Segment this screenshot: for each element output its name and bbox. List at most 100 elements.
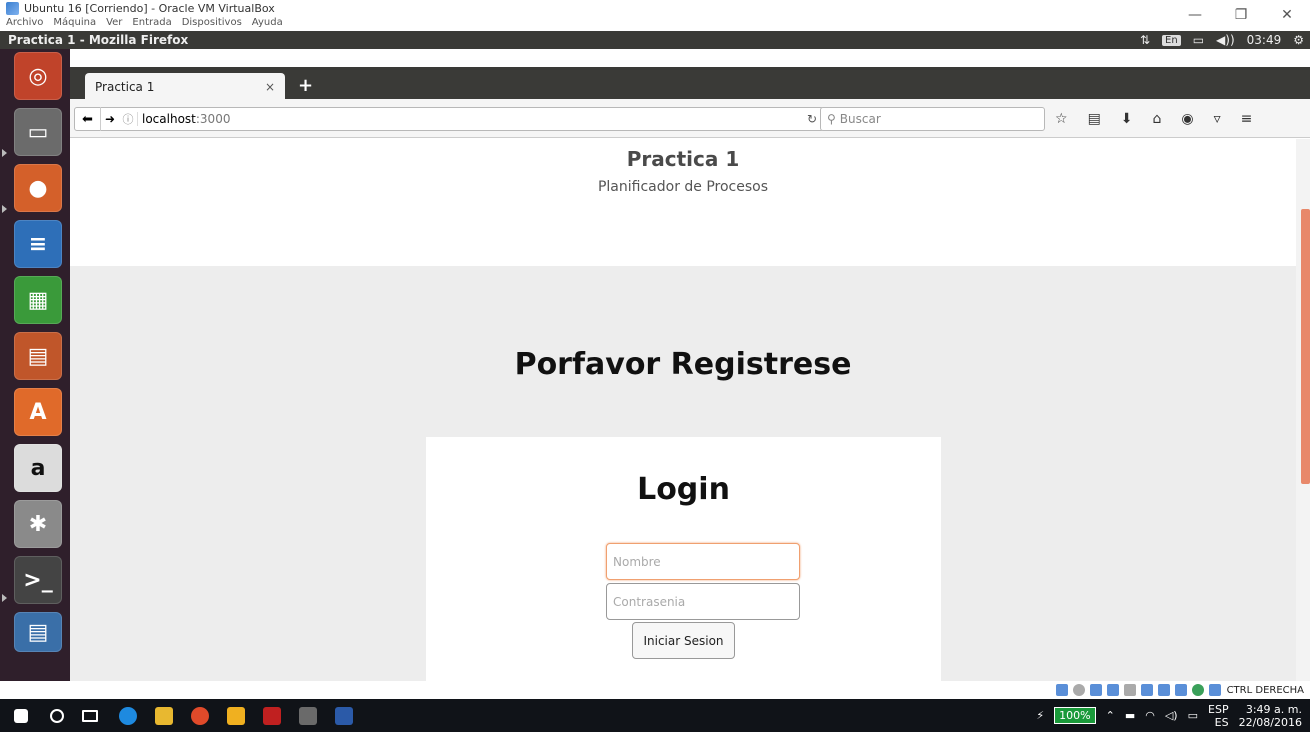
search-input[interactable]: ⚲ Buscar xyxy=(820,107,1045,131)
optical-drive-icon[interactable] xyxy=(1072,684,1085,696)
video-capture-icon[interactable] xyxy=(1157,684,1170,696)
volume-icon[interactable]: ◀)) xyxy=(1216,33,1235,47)
menu-ver[interactable]: Ver xyxy=(106,17,122,31)
bookmark-star-icon[interactable]: ☆ xyxy=(1055,111,1068,127)
files-icon[interactable]: ▭ xyxy=(14,108,62,156)
mouse-integration-icon[interactable] xyxy=(1191,684,1204,696)
page-subtitle: Planificador de Procesos xyxy=(597,179,769,195)
software-center-icon[interactable]: A xyxy=(14,388,62,436)
system-tray: ⚡ 100% ⌃ ▬ ◠ ◁) ▭ ESP ES 3:49 a. m. 22/08/… xyxy=(1036,699,1302,732)
vbox-window-controls: — ❐ ✕ xyxy=(1172,0,1310,30)
virtualbox-taskbar-icon[interactable] xyxy=(299,707,317,725)
menu-archivo[interactable]: Archivo xyxy=(6,17,43,31)
url-text[interactable]: localhost:3000 xyxy=(137,112,230,126)
battery-icon[interactable]: ▭ xyxy=(1193,33,1204,47)
site-info-icon[interactable]: ⓘ xyxy=(119,111,137,127)
usb-icon[interactable] xyxy=(1106,684,1119,696)
network-icon[interactable]: ⇅ xyxy=(1140,33,1150,47)
panel-clock[interactable]: 03:49 xyxy=(1247,33,1282,47)
login-heading: Login xyxy=(637,472,730,507)
battery-indicator[interactable]: 100% xyxy=(1054,707,1096,724)
terminal-icon[interactable]: >_ xyxy=(14,556,62,604)
active-window-title: Practica 1 - Mozilla Firefox xyxy=(8,33,189,47)
word-icon[interactable] xyxy=(335,707,353,725)
firefox-navbar: ⬅ ➜ ⓘ localhost:3000 ↻ ⚲ Buscar ☆ ▤ ⬇ ⌂ … xyxy=(70,99,1310,138)
pocket-icon[interactable]: ▿ xyxy=(1214,111,1221,127)
register-heading: Porfavor Registrese xyxy=(514,347,852,382)
edge-icon[interactable] xyxy=(119,707,137,725)
reading-list-icon[interactable]: ▤ xyxy=(1088,111,1101,127)
vbox-window-title: Ubuntu 16 [Corriendo] - Oracle VM Virtua… xyxy=(24,2,275,15)
tab-title: Practica 1 xyxy=(95,79,155,94)
vbox-status-bar: CTRL DERECHA xyxy=(0,681,1310,699)
input-language[interactable]: ESP ES xyxy=(1208,703,1229,729)
firefox-icon[interactable]: ● xyxy=(14,164,62,212)
tray-chevron-icon[interactable]: ⌃ xyxy=(1106,709,1115,722)
chrome-icon[interactable] xyxy=(191,707,209,725)
speaker-icon[interactable]: ◁) xyxy=(1165,709,1178,722)
hamburger-menu-icon[interactable]: ≡ xyxy=(1241,111,1253,127)
amazon-icon[interactable]: a xyxy=(14,444,62,492)
search-icon[interactable] xyxy=(50,709,64,723)
menu-maquina[interactable]: Máquina xyxy=(53,17,96,31)
tray-battery-icon[interactable]: ▬ xyxy=(1125,709,1135,722)
toolbar-icons: ☆ ▤ ⬇ ⌂ ◉ ▿ ≡ xyxy=(1055,107,1252,131)
tab-practica-1[interactable]: Practica 1 × xyxy=(85,73,285,100)
ubuntu-top-panel: Practica 1 - Mozilla Firefox ⇅ En ▭ ◀)) … xyxy=(0,31,1310,49)
notifications-icon[interactable]: ▭ xyxy=(1188,709,1198,722)
vbox-menubar: Archivo Máquina Ver Entrada Dispositivos… xyxy=(0,17,283,31)
home-icon[interactable]: ⌂ xyxy=(1153,111,1162,127)
menu-dispositivos[interactable]: Dispositivos xyxy=(182,17,242,31)
url-bar[interactable]: ⬅ ➜ ⓘ localhost:3000 ↻ xyxy=(74,107,824,131)
back-arrow-icon[interactable]: ⬅ xyxy=(75,107,101,131)
wifi-icon[interactable]: ◠ xyxy=(1145,709,1155,722)
windows-taskbar: ⚡ 100% ⌃ ▬ ◠ ◁) ▭ ESP ES 3:49 a. m. 22/08/… xyxy=(0,699,1310,732)
acrobat-icon[interactable] xyxy=(263,707,281,725)
app-icon[interactable] xyxy=(227,707,245,725)
settings-gear-icon[interactable]: ⚙ xyxy=(1293,33,1304,47)
cpu-icon[interactable] xyxy=(1174,684,1187,696)
panel-indicators: ⇅ En ▭ ◀)) 03:49 ⚙ xyxy=(1140,31,1304,49)
tab-close-icon[interactable]: × xyxy=(265,80,275,94)
impress-icon[interactable]: ▤ xyxy=(14,332,62,380)
writer-icon[interactable]: ≡ xyxy=(14,220,62,268)
search-placeholder: Buscar xyxy=(839,112,881,126)
file-explorer-icon[interactable] xyxy=(155,707,173,725)
ubuntu-dash-icon[interactable]: ◎ xyxy=(14,52,62,100)
close-button[interactable]: ✕ xyxy=(1264,0,1310,30)
display-icon[interactable] xyxy=(1140,684,1153,696)
menu-ayuda[interactable]: Ayuda xyxy=(252,17,283,31)
nombre-input[interactable]: Nombre xyxy=(606,543,800,580)
forward-arrow-icon[interactable]: ➜ xyxy=(101,112,119,126)
new-tab-button[interactable]: + xyxy=(298,75,313,96)
task-view-icon[interactable] xyxy=(82,710,98,722)
page-scrollbar[interactable] xyxy=(1296,139,1310,681)
search-icon: ⚲ xyxy=(827,112,836,126)
chat-icon[interactable]: ◉ xyxy=(1181,111,1193,127)
charging-icon[interactable]: ⚡ xyxy=(1036,709,1044,722)
keyboard-indicator[interactable]: En xyxy=(1162,34,1181,46)
firefox-tab-strip: Practica 1 × + xyxy=(70,67,1310,100)
shared-folders-icon[interactable] xyxy=(1123,684,1136,696)
virtualbox-icon xyxy=(6,2,19,15)
page-viewport: Practica 1 Planificador de Procesos Porf… xyxy=(70,139,1296,681)
scrollbar-thumb[interactable] xyxy=(1301,209,1310,484)
downloads-icon[interactable]: ⬇ xyxy=(1121,111,1133,127)
iniciar-sesion-button[interactable]: Iniciar Sesion xyxy=(632,622,735,659)
windows-start-icon[interactable] xyxy=(14,709,28,723)
keyboard-capture-icon[interactable] xyxy=(1208,684,1221,696)
network-adapter-icon[interactable] xyxy=(1089,684,1102,696)
system-settings-icon[interactable]: ✱ xyxy=(14,500,62,548)
ubuntu-launcher: ◎ ▭ ● ≡ ▦ ▤ A a ✱ >_ ▤ xyxy=(0,49,70,681)
contrasenia-input[interactable]: Contrasenia xyxy=(606,583,800,620)
hdd-icon[interactable] xyxy=(1055,684,1068,696)
menu-entrada[interactable]: Entrada xyxy=(132,17,171,31)
minimize-button[interactable]: — xyxy=(1172,0,1218,30)
maximize-button[interactable]: ❐ xyxy=(1218,0,1264,30)
page-title: Practica 1 xyxy=(626,147,740,171)
calc-icon[interactable]: ▦ xyxy=(14,276,62,324)
taskbar-clock[interactable]: 3:49 a. m. 22/08/2016 xyxy=(1239,703,1302,729)
page-header: Practica 1 Planificador de Procesos xyxy=(70,139,1296,266)
host-key-label: CTRL DERECHA xyxy=(1226,684,1304,696)
workspaces-icon[interactable]: ▤ xyxy=(14,612,62,652)
